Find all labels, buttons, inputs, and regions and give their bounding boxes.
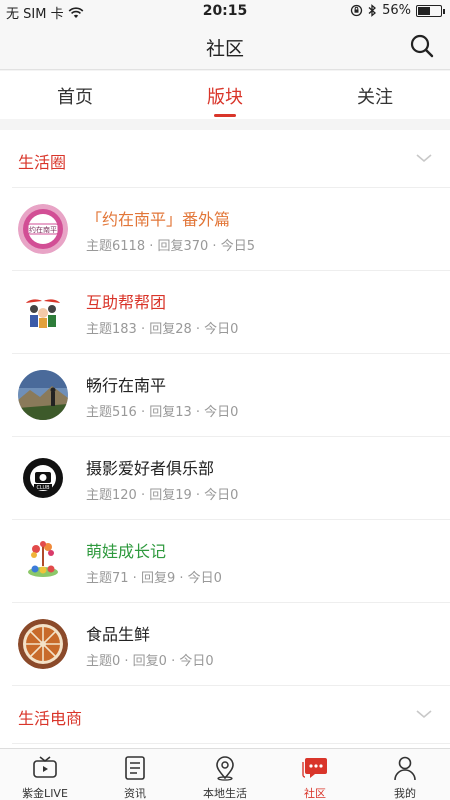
board-stats: 主题516 · 回复13 · 今日0	[86, 405, 239, 420]
board-name: 摄影爱好者俱乐部	[86, 459, 215, 478]
orientation-lock-icon	[350, 4, 363, 17]
battery-icon	[416, 4, 445, 17]
helping-hands-logo-icon	[18, 287, 68, 337]
board-avatar	[18, 370, 68, 420]
tv-icon	[33, 756, 57, 778]
section-title: 生活电商	[18, 709, 83, 728]
board-avatar	[18, 619, 68, 669]
board-item[interactable]: 食品生鲜 主题0 · 回复0 · 今日0	[12, 603, 450, 686]
tabbar-label: 社区	[304, 787, 326, 800]
kids-growth-logo-icon	[18, 536, 68, 586]
bluetooth-icon	[368, 4, 377, 17]
top-tabs: 首页 版块 关注	[0, 71, 450, 119]
person-icon	[394, 756, 416, 781]
tabbar-item-live[interactable]: 紫金LIVE	[0, 749, 90, 800]
search-icon	[410, 34, 434, 58]
section-title: 生活圈	[18, 153, 67, 172]
section-header-life-circle[interactable]: 生活圈	[12, 130, 450, 188]
chevron-down-icon	[416, 154, 432, 163]
board-name: 「约在南平」番外篇	[86, 210, 231, 229]
tabbar-item-me[interactable]: 我的	[360, 749, 450, 800]
tab-follow[interactable]: 关注	[300, 71, 450, 119]
board-item[interactable]: 畅行在南平 主题516 · 回复13 · 今日0	[12, 354, 450, 437]
tabbar-label: 资讯	[124, 787, 146, 800]
board-item[interactable]: 约在南平 「约在南平」番外篇 主题6118 · 回复370 · 今日5	[12, 188, 450, 271]
photography-club-logo-icon: CLUB	[18, 453, 68, 503]
chat-icon	[302, 758, 327, 778]
tabbar-item-local[interactable]: 本地生活	[180, 749, 270, 800]
board-name: 萌娃成长记	[86, 542, 167, 561]
board-item[interactable]: 互助帮帮团 主题183 · 回复28 · 今日0	[12, 271, 450, 354]
board-avatar	[18, 536, 68, 586]
battery-percent: 56%	[382, 3, 411, 18]
yuezai-nanping-logo-icon: 约在南平	[18, 204, 68, 254]
page-title: 社区	[205, 38, 244, 60]
tabbar-label: 本地生活	[203, 787, 247, 800]
board-stats: 主题183 · 回复28 · 今日0	[86, 322, 239, 337]
tabbar-label: 紫金LIVE	[22, 787, 68, 800]
board-item[interactable]: 萌娃成长记 主题71 · 回复9 · 今日0	[12, 520, 450, 603]
news-icon	[125, 756, 145, 780]
board-item[interactable]: CLUB 摄影爱好者俱乐部 主题120 · 回复19 · 今日0	[12, 437, 450, 520]
tabbar-label: 我的	[394, 787, 416, 800]
status-right: 56%	[350, 3, 445, 18]
board-name: 互助帮帮团	[86, 293, 167, 312]
board-avatar	[18, 287, 68, 337]
search-button[interactable]	[408, 32, 436, 60]
status-bar: 无 SIM 卡 20:15 56%	[0, 0, 450, 22]
board-name: 畅行在南平	[86, 376, 167, 395]
chevron-down-icon	[416, 710, 432, 719]
landscape-photo-icon	[18, 370, 68, 420]
tab-boards[interactable]: 版块	[150, 71, 300, 119]
tabbar-item-community[interactable]: 社区	[270, 749, 360, 800]
avatar-text: 约在南平	[29, 225, 57, 234]
board-stats: 主题6118 · 回复370 · 今日5	[86, 239, 255, 254]
avatar-text: CLUB	[36, 485, 50, 491]
battery-fill	[418, 6, 430, 15]
board-avatar: CLUB	[18, 453, 68, 503]
board-stats: 主题0 · 回复0 · 今日0	[86, 654, 214, 669]
section-header-life-ecommerce[interactable]: 生活电商	[12, 686, 450, 744]
tab-home[interactable]: 首页	[0, 71, 150, 119]
board-stats: 主题120 · 回复19 · 今日0	[86, 488, 239, 503]
bottom-tab-bar: 紫金LIVE 资讯 本地生活 社区 我的	[0, 748, 450, 800]
board-list: 生活圈 约在南平 「约在南平」番外篇 主题6118 · 回复370 · 今日5	[0, 130, 450, 748]
nav-bar: 社区	[0, 22, 450, 70]
board-stats: 主题71 · 回复9 · 今日0	[86, 571, 222, 586]
location-icon	[216, 756, 234, 781]
orange-slice-icon	[18, 619, 68, 669]
board-name: 食品生鲜	[86, 625, 151, 644]
board-avatar: 约在南平	[18, 204, 68, 254]
tabbar-item-news[interactable]: 资讯	[90, 749, 180, 800]
